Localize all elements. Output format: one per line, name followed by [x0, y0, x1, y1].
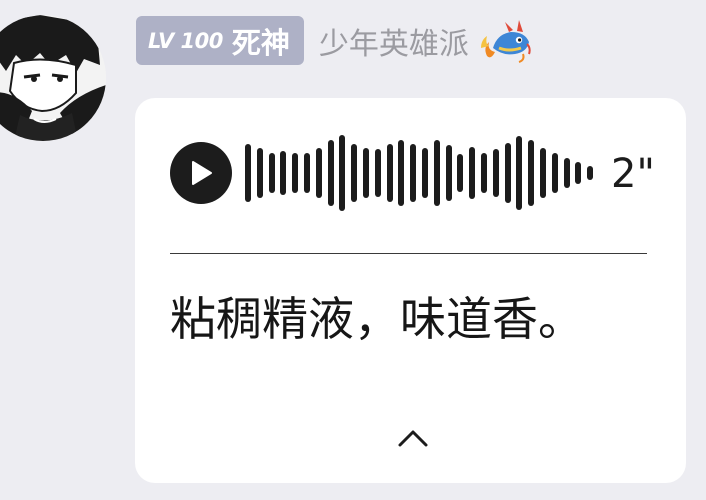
collapse-button[interactable]	[385, 418, 441, 458]
dragon-icon	[480, 19, 531, 63]
level-label: LV 100	[148, 28, 223, 53]
waveform-bar	[339, 135, 346, 211]
waveform-bar	[398, 140, 405, 206]
waveform-bar	[575, 162, 582, 184]
sender-avatar[interactable]	[0, 15, 106, 141]
play-button[interactable]	[170, 142, 232, 204]
waveform-bar	[245, 144, 251, 202]
voice-waveform[interactable]	[245, 134, 605, 212]
waveform-bar	[528, 140, 535, 206]
waveform-bar	[481, 153, 487, 193]
waveform-bar	[563, 158, 570, 188]
waveform-bar	[374, 149, 381, 197]
waveform-bar	[280, 151, 287, 195]
voice-duration: 2"	[611, 151, 655, 197]
waveform-bar	[315, 148, 322, 198]
waveform-bar	[292, 153, 299, 193]
waveform-bar	[457, 154, 464, 192]
waveform-bar	[433, 140, 440, 206]
waveform-bar	[363, 148, 369, 198]
level-badge[interactable]: LV 100 死神	[136, 16, 304, 65]
rank-title: 死神	[231, 25, 290, 60]
waveform-bar	[256, 148, 263, 198]
waveform-bar	[492, 149, 499, 197]
waveform-bar	[540, 148, 546, 198]
waveform-bar	[351, 144, 358, 202]
waveform-bar	[516, 136, 523, 210]
waveform-bar	[469, 147, 476, 199]
waveform-bar	[445, 145, 452, 201]
anime-character-avatar-icon	[0, 15, 106, 141]
waveform-bar	[327, 140, 334, 206]
sender-header: LV 100 死神 少年英雄派	[136, 16, 531, 65]
chevron-up-icon	[398, 430, 428, 447]
divider	[170, 253, 647, 254]
voice-transcript: 粘稠精液，味道香。	[170, 292, 584, 346]
play-icon	[192, 161, 212, 185]
waveform-bar	[587, 166, 594, 180]
waveform-bar	[304, 153, 310, 193]
waveform-bar	[551, 153, 558, 193]
voice-message-card[interactable]: 2" 粘稠精液，味道香。	[135, 98, 686, 483]
sender-name[interactable]: 少年英雄派	[319, 19, 469, 63]
waveform-bar	[422, 148, 428, 198]
waveform-bar	[504, 143, 511, 203]
waveform-bar	[386, 144, 393, 202]
waveform-bar	[268, 153, 275, 193]
waveform-bar	[410, 144, 417, 202]
